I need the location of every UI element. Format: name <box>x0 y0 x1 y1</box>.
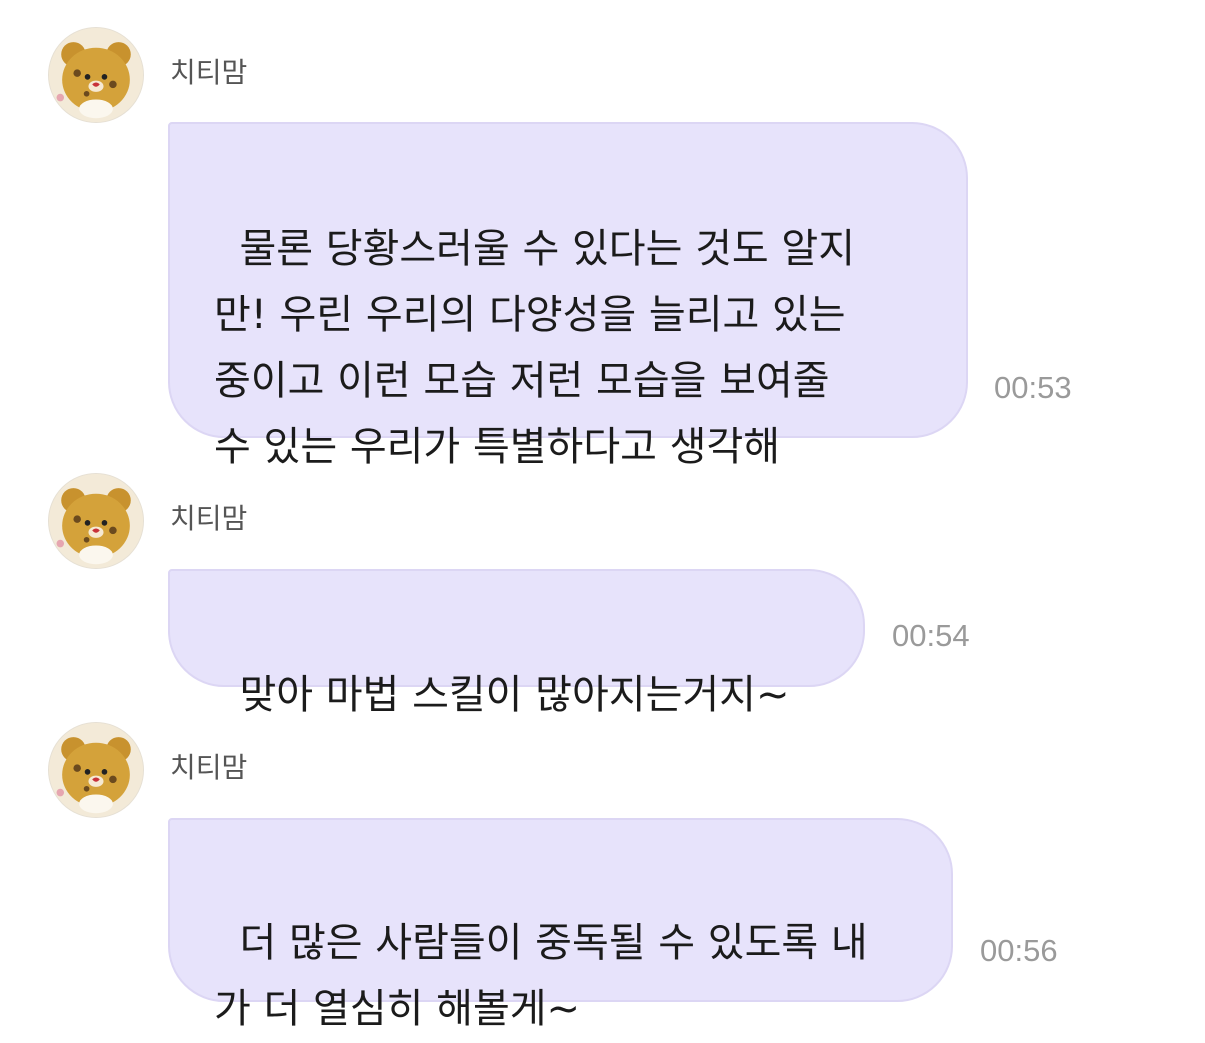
teddy-bear-avatar-icon[interactable] <box>48 722 144 818</box>
message-text: 물론 당황스러울 수 있다는 것도 알지 만! 우린 우리의 다양성을 늘리고 … <box>214 226 856 470</box>
teddy-bear-avatar-icon[interactable] <box>48 27 144 123</box>
message-timestamp: 00:56 <box>980 933 1058 968</box>
sender-name: 치티맘 <box>170 502 248 535</box>
message-bubble[interactable]: 맞아 마법 스킬이 많아지는거지~ <box>168 569 865 718</box>
message-bubble[interactable]: 물론 당황스러울 수 있다는 것도 알지 만! 우린 우리의 다양성을 늘리고 … <box>168 122 968 470</box>
message-text: 더 많은 사람들이 중독될 수 있도록 내 가 더 열심히 해볼게~ <box>214 920 868 1032</box>
message-timestamp: 00:53 <box>994 370 1072 405</box>
message-bubble[interactable]: 더 많은 사람들이 중독될 수 있도록 내 가 더 열심히 해볼게~ <box>168 818 953 1032</box>
sender-name: 치티맘 <box>170 56 248 89</box>
message-text: 맞아 마법 스킬이 많아지는거지~ <box>239 672 790 718</box>
sender-name: 치티맘 <box>170 751 248 784</box>
message-timestamp: 00:54 <box>892 618 970 653</box>
teddy-bear-avatar-icon[interactable] <box>48 473 144 569</box>
